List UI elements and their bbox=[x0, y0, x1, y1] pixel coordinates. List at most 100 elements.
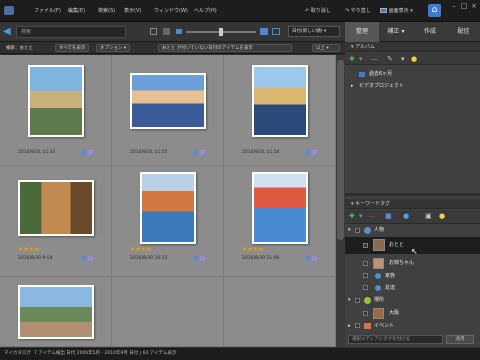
photo-cell[interactable] bbox=[0, 277, 112, 347]
photo-cell[interactable]: ★★★★ 2010/8/30 11:06 bbox=[224, 166, 336, 277]
people-icon[interactable]: ● bbox=[403, 211, 409, 221]
photo-thumbnail[interactable] bbox=[18, 180, 94, 236]
album-item-video-project[interactable]: ▸ ビデオプロジェクト bbox=[345, 80, 480, 93]
keyword-item[interactable]: 大阪 bbox=[345, 307, 480, 320]
keyword-checkbox[interactable] bbox=[355, 228, 360, 233]
remove-icon[interactable]: ▾ bbox=[359, 54, 363, 64]
photo-thumbnail[interactable] bbox=[252, 65, 308, 137]
thumb-small-icon[interactable] bbox=[176, 29, 182, 34]
rating-stars[interactable]: ★★★★ bbox=[242, 246, 264, 253]
undo-label: 取り消し bbox=[310, 8, 331, 14]
menu-find[interactable]: 検索(S) bbox=[98, 7, 115, 14]
not-matching-button[interactable]: おとと が付いていない日付のアイテムを表示 bbox=[158, 44, 292, 52]
photo-thumbnail[interactable] bbox=[140, 172, 196, 244]
grid-view-icon[interactable] bbox=[150, 28, 157, 35]
new-keyword-menu-icon[interactable]: ▾ bbox=[359, 211, 363, 221]
keyword-checkbox[interactable] bbox=[355, 298, 360, 303]
add-keyword-icon[interactable]: ✚ bbox=[349, 211, 355, 221]
keyword-category-events[interactable]: ▸ イベント bbox=[345, 320, 480, 332]
album-view-icon[interactable]: ▾ bbox=[401, 54, 405, 64]
photo-cell[interactable]: ★★★★ 2010/8/30 10:15 bbox=[112, 166, 224, 277]
apply-tag-button[interactable]: 適用 bbox=[446, 335, 474, 344]
keyword-item-selected[interactable]: おとと ↖ bbox=[345, 237, 480, 256]
keyword-category-people[interactable]: ▾ 人物 bbox=[345, 224, 480, 237]
photo-cell[interactable]: ★★★★ 2010/8/30 9:54 bbox=[0, 166, 112, 277]
menu-edit[interactable]: 編集(E) bbox=[68, 7, 85, 14]
keyword-checkbox[interactable] bbox=[363, 261, 368, 266]
redo-label: やり直し bbox=[350, 8, 371, 14]
thumb-large-icon[interactable] bbox=[260, 28, 268, 35]
keyword-view-icon[interactable]: ▣ bbox=[425, 211, 432, 221]
maximize-button[interactable]: □ bbox=[459, 2, 469, 11]
photo-cell[interactable]: 2010/8/31 11:54 bbox=[224, 55, 336, 166]
menu-view[interactable]: 表示(V) bbox=[124, 7, 141, 14]
photo-cell[interactable]: 2010/8/31 11:55 bbox=[112, 55, 224, 166]
keyword-item[interactable]: 家族 bbox=[345, 270, 480, 282]
rating-stars[interactable]: ★★★★ bbox=[18, 246, 40, 253]
minimize-button[interactable]: – bbox=[449, 2, 459, 11]
delete-keyword-icon[interactable]: — bbox=[367, 211, 374, 221]
photo-thumbnail[interactable] bbox=[130, 73, 206, 129]
expand-arrow-icon[interactable]: ▸ bbox=[348, 320, 351, 333]
tab-create[interactable]: 作成 bbox=[413, 22, 447, 42]
photo-cell[interactable]: 2010/8/31 11:33 bbox=[0, 55, 112, 166]
keyword-category-places[interactable]: ▾ 場所 bbox=[345, 294, 480, 307]
collapse-arrow-icon[interactable]: ▾ bbox=[348, 224, 351, 237]
tag-icon bbox=[305, 150, 310, 155]
catalog-name[interactable]: マイカタログ bbox=[4, 348, 31, 360]
close-button[interactable]: × bbox=[469, 2, 479, 11]
menu-window[interactable]: ウィンドウ(W) bbox=[154, 7, 188, 14]
grid-scrollbar-thumb[interactable] bbox=[337, 60, 344, 240]
show-all-button[interactable]: すべてを表示 bbox=[55, 44, 90, 52]
photo-thumbnail[interactable] bbox=[18, 285, 94, 339]
menu-help[interactable]: ヘルプ(H) bbox=[194, 7, 217, 14]
home-icon[interactable]: ⌂ bbox=[428, 4, 441, 17]
keyword-item[interactable]: 友達 bbox=[345, 282, 480, 294]
tab-organize[interactable]: 整理 bbox=[345, 22, 379, 42]
tag-icon bbox=[81, 150, 86, 155]
people-category-icon bbox=[364, 227, 371, 234]
tab-fix[interactable]: 補正 ▾ bbox=[379, 22, 413, 42]
panel-divider[interactable] bbox=[345, 193, 480, 196]
expand-arrow-icon[interactable]: ▸ bbox=[351, 80, 354, 93]
rating-stars[interactable]: ★★★★ bbox=[130, 246, 152, 253]
search-input[interactable]: 検索 bbox=[16, 26, 126, 38]
photo-date: 2010/8/31 11:33 bbox=[18, 150, 56, 155]
photo-thumbnail[interactable] bbox=[28, 65, 84, 137]
back-arrow-icon[interactable]: ◀ bbox=[3, 26, 13, 37]
photo-thumbnail[interactable] bbox=[252, 172, 308, 244]
delete-icon[interactable]: — bbox=[371, 54, 378, 64]
tab-share[interactable]: 配信 bbox=[447, 22, 480, 42]
keyword-checkbox[interactable] bbox=[363, 243, 368, 248]
face-thumbnail-icon bbox=[373, 239, 385, 251]
album-panel-header[interactable]: ▾ アルバム bbox=[345, 42, 480, 52]
bulb-icon[interactable]: ● bbox=[411, 54, 417, 64]
match-select[interactable]: 以上 ▾ bbox=[312, 44, 340, 52]
tag-icon bbox=[193, 150, 198, 155]
monitor-icon bbox=[380, 8, 387, 13]
fullscreen-icon[interactable] bbox=[272, 28, 280, 35]
undo-button[interactable]: ↶ 取り消し bbox=[305, 7, 331, 14]
sort-select[interactable]: 日付(新しい順) ▾ bbox=[288, 26, 340, 37]
keyword-checkbox[interactable] bbox=[355, 323, 360, 328]
keyword-checkbox[interactable] bbox=[363, 311, 368, 316]
keyword-panel-header[interactable]: ▾ キーワードタグ bbox=[345, 199, 480, 209]
collapse-arrow-icon[interactable]: ▾ bbox=[348, 294, 351, 307]
keyword-checkbox[interactable] bbox=[363, 285, 368, 290]
edit-icon[interactable]: ✎ bbox=[387, 54, 393, 64]
photo-date: 2010/8/30 10:15 bbox=[130, 256, 168, 261]
photo-date: 2010/8/30 11:06 bbox=[242, 256, 280, 261]
display-button[interactable]: 画面表示 ▾ bbox=[380, 7, 413, 14]
keyword-bulb-icon[interactable]: ● bbox=[439, 211, 445, 221]
options-button[interactable]: オプション ▾ bbox=[96, 44, 131, 52]
add-icon[interactable]: ✚ bbox=[349, 54, 355, 64]
keyword-image-icon[interactable]: ■ bbox=[385, 211, 392, 221]
keyword-item[interactable]: お姉ちゃん bbox=[345, 257, 480, 270]
status-bar: マイカタログ 7 アイテム検出 日付 2006年5月 - 2010年9月 日付 … bbox=[0, 347, 480, 360]
keyword-checkbox[interactable] bbox=[363, 273, 368, 278]
zoom-slider-handle[interactable] bbox=[219, 28, 223, 36]
tag-media-input[interactable]: 選択メディアにタグを付ける bbox=[348, 335, 443, 344]
menu-file[interactable]: ファイル(F) bbox=[34, 7, 61, 14]
single-view-icon[interactable] bbox=[163, 28, 170, 35]
redo-button[interactable]: ↷ やり直し bbox=[345, 7, 371, 14]
